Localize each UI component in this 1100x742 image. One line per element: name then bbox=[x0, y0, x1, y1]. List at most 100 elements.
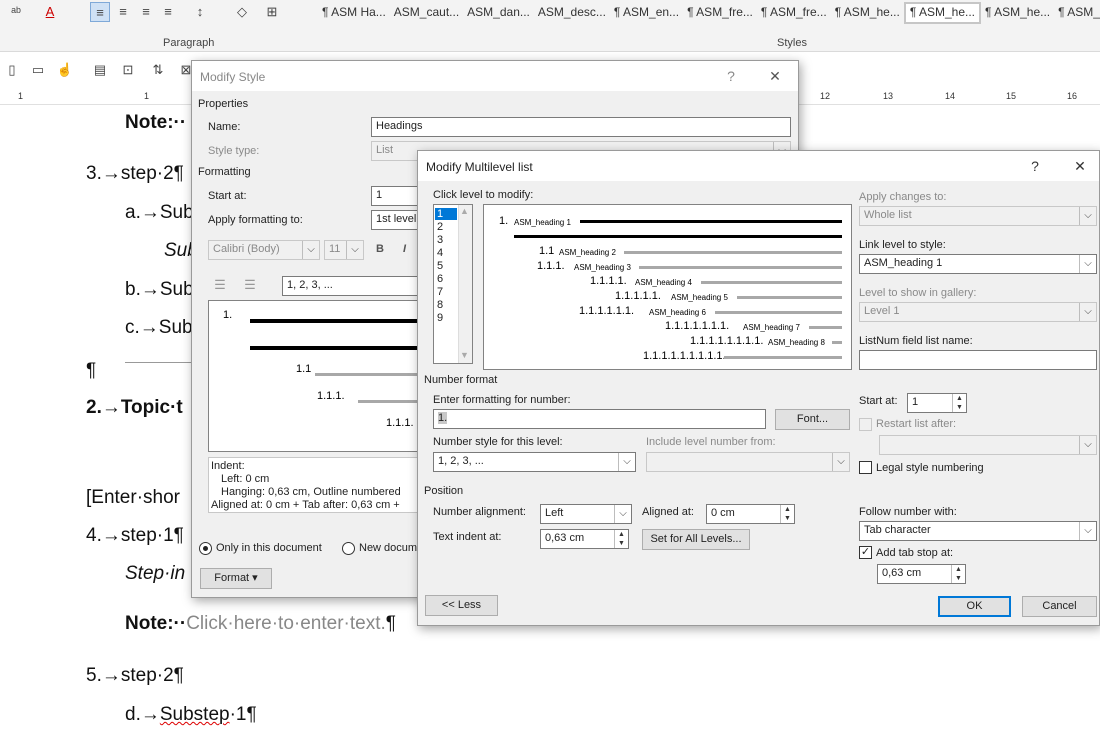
spinner-arrows-icon[interactable]: ▲ ▼ bbox=[780, 505, 794, 523]
restart-list-checkbox[interactable] bbox=[859, 418, 872, 431]
sort-icon[interactable]: ⇅ bbox=[148, 60, 168, 80]
number-alignment-select[interactable]: Left ⌵ bbox=[540, 504, 632, 524]
level-item[interactable]: 5 bbox=[437, 260, 443, 273]
scroll-up-icon[interactable]: ▲ bbox=[460, 206, 469, 216]
new-documents-radio[interactable] bbox=[342, 542, 355, 555]
level-item[interactable]: 8 bbox=[437, 299, 443, 312]
preview-number: 1. bbox=[223, 309, 233, 321]
number-alignment-value: Left bbox=[545, 507, 564, 519]
touch-icon[interactable]: ☝ bbox=[55, 60, 75, 80]
ok-button[interactable]: OK bbox=[938, 596, 1011, 617]
note-icon[interactable]: ▤ bbox=[90, 60, 110, 80]
close-button[interactable]: ✕ bbox=[763, 65, 787, 87]
add-tab-stop-checkbox[interactable]: ✓ bbox=[859, 546, 872, 559]
bold-button[interactable]: B bbox=[376, 243, 384, 255]
link-level-select[interactable]: ASM_heading 1 ⌵ bbox=[859, 254, 1097, 274]
enter-format-label: Enter formatting for number: bbox=[433, 394, 571, 406]
close-button[interactable]: ✕ bbox=[1068, 155, 1092, 177]
apply-changes-value: Whole list bbox=[864, 209, 912, 221]
italic-button[interactable]: I bbox=[403, 243, 406, 255]
justify-icon[interactable]: ≡ bbox=[158, 2, 178, 22]
font-select[interactable]: Calibri (Body) ⌵ bbox=[208, 240, 320, 260]
textbox-icon[interactable]: ▭ bbox=[28, 60, 48, 80]
cancel-button[interactable]: Cancel bbox=[1022, 596, 1097, 617]
help-button[interactable]: ? bbox=[1023, 155, 1047, 177]
less-button[interactable]: << Less bbox=[425, 595, 498, 616]
level-item[interactable]: 9 bbox=[437, 312, 443, 325]
apply-changes-select[interactable]: Whole list ⌵ bbox=[859, 206, 1097, 226]
listnum-field[interactable] bbox=[859, 350, 1097, 370]
style-item[interactable]: ¶ ASM_he... bbox=[831, 2, 904, 24]
level-item[interactable]: 6 bbox=[437, 273, 443, 286]
change-case-icon[interactable]: ᵃᵇ bbox=[6, 2, 26, 22]
level-item[interactable]: 3 bbox=[437, 234, 443, 247]
legal-numbering-checkbox[interactable] bbox=[859, 461, 872, 474]
align-right-icon[interactable]: ≡ bbox=[136, 2, 156, 22]
preview-style: ASM_heading 4 bbox=[635, 278, 692, 287]
text-indent-spinner[interactable]: 0,63 cm ▲ ▼ bbox=[540, 529, 629, 549]
font-button[interactable]: Font... bbox=[775, 409, 850, 430]
formatting-heading: Formatting bbox=[198, 166, 251, 178]
gallery-level-label: Level to show in gallery: bbox=[859, 287, 977, 299]
preview-line bbox=[624, 251, 842, 254]
number-format-field[interactable]: 1, 2, 3, ... bbox=[282, 276, 422, 296]
style-item-selected[interactable]: ¶ ASM_he... bbox=[903, 2, 981, 24]
name-field[interactable]: Headings bbox=[371, 117, 791, 137]
borders-icon[interactable]: ⊞ bbox=[262, 2, 282, 22]
set-all-levels-button[interactable]: Set for All Levels... bbox=[642, 529, 750, 550]
add-tab-stop-spinner[interactable]: 0,63 cm ▲ ▼ bbox=[877, 564, 966, 584]
level-scrollbar[interactable]: ▲ ▼ bbox=[458, 205, 472, 363]
style-item[interactable]: ASM_desc... bbox=[534, 2, 610, 24]
preview-style: ASM_heading 1 bbox=[514, 218, 571, 227]
enter-format-field[interactable]: 1. bbox=[433, 409, 766, 429]
level-item[interactable]: 4 bbox=[437, 247, 443, 260]
bullets-icon[interactable]: ☰ bbox=[240, 275, 260, 295]
style-item[interactable]: ¶ ASM_fre... bbox=[683, 2, 757, 24]
doc-step-text: Step·in bbox=[125, 563, 186, 584]
style-item[interactable]: ¶ ASM_he bbox=[1054, 2, 1100, 24]
level-list[interactable]: ▲ ▼ 1 2 3 4 5 6 7 8 9 bbox=[433, 204, 473, 364]
style-item[interactable]: ¶ ASM_he... bbox=[981, 2, 1054, 24]
preview-line bbox=[832, 341, 842, 344]
restart-list-label: Restart list after: bbox=[876, 418, 957, 430]
select-icon[interactable]: ⊡ bbox=[118, 60, 138, 80]
size-select[interactable]: 11 ⌵ bbox=[324, 240, 364, 260]
line-spacing-icon[interactable]: ↕ bbox=[190, 2, 210, 22]
follow-number-select[interactable]: Tab character ⌵ bbox=[859, 521, 1097, 541]
help-button[interactable]: ? bbox=[719, 65, 743, 87]
gallery-level-select[interactable]: Level 1 ⌵ bbox=[859, 302, 1097, 322]
level-item[interactable]: 7 bbox=[437, 286, 443, 299]
align-center-icon[interactable]: ≡ bbox=[113, 2, 133, 22]
level-item[interactable]: 2 bbox=[437, 221, 443, 234]
preview-line bbox=[250, 346, 430, 350]
spinner-arrows-icon[interactable]: ▲ ▼ bbox=[614, 530, 628, 548]
spinner-arrows-icon[interactable]: ▲ ▼ bbox=[951, 565, 965, 583]
style-item[interactable]: ASM_caut... bbox=[390, 2, 463, 24]
doc-placeholder[interactable]: Click·here·to·enter·text. bbox=[186, 613, 386, 634]
scroll-down-icon[interactable]: ▼ bbox=[460, 350, 469, 360]
numbering-icon[interactable]: ☰ bbox=[210, 275, 230, 295]
style-item[interactable]: ¶ ASM_en... bbox=[610, 2, 683, 24]
style-type-label: Style type: bbox=[208, 145, 260, 157]
format-button[interactable]: Format ▾ bbox=[200, 568, 272, 589]
page-icon[interactable]: ▯ bbox=[2, 60, 22, 80]
only-in-document-radio[interactable] bbox=[199, 542, 212, 555]
font-color-icon[interactable]: A bbox=[40, 2, 60, 22]
restart-list-select[interactable]: ⌵ bbox=[879, 435, 1097, 455]
shading-icon[interactable]: ◇ bbox=[232, 2, 252, 22]
include-level-select[interactable]: ⌵ bbox=[646, 452, 850, 472]
style-item[interactable]: ¶ ASM Ha... bbox=[318, 2, 390, 24]
level-item[interactable]: 1 bbox=[437, 208, 443, 221]
doc-topic: 2.→Topic·t bbox=[86, 397, 183, 418]
number-style-select[interactable]: 1, 2, 3, ... ⌵ bbox=[433, 452, 636, 472]
start-at-spinner[interactable]: 1 ▲ ▼ bbox=[907, 393, 967, 413]
doc-substep-prefix: d.→ bbox=[125, 704, 160, 725]
style-item[interactable]: ASM_dan... bbox=[463, 2, 534, 24]
align-left-icon[interactable]: ≡ bbox=[90, 2, 110, 22]
spinner-arrows-icon[interactable]: ▲ ▼ bbox=[952, 394, 966, 412]
start-at-label: Start at: bbox=[208, 190, 247, 202]
preview-style: ASM_heading 5 bbox=[671, 293, 728, 302]
preview-number: 1.1.1.1.1.1.1.1. bbox=[690, 335, 764, 347]
style-item[interactable]: ¶ ASM_fre... bbox=[757, 2, 831, 24]
aligned-at-spinner[interactable]: 0 cm ▲ ▼ bbox=[706, 504, 795, 524]
